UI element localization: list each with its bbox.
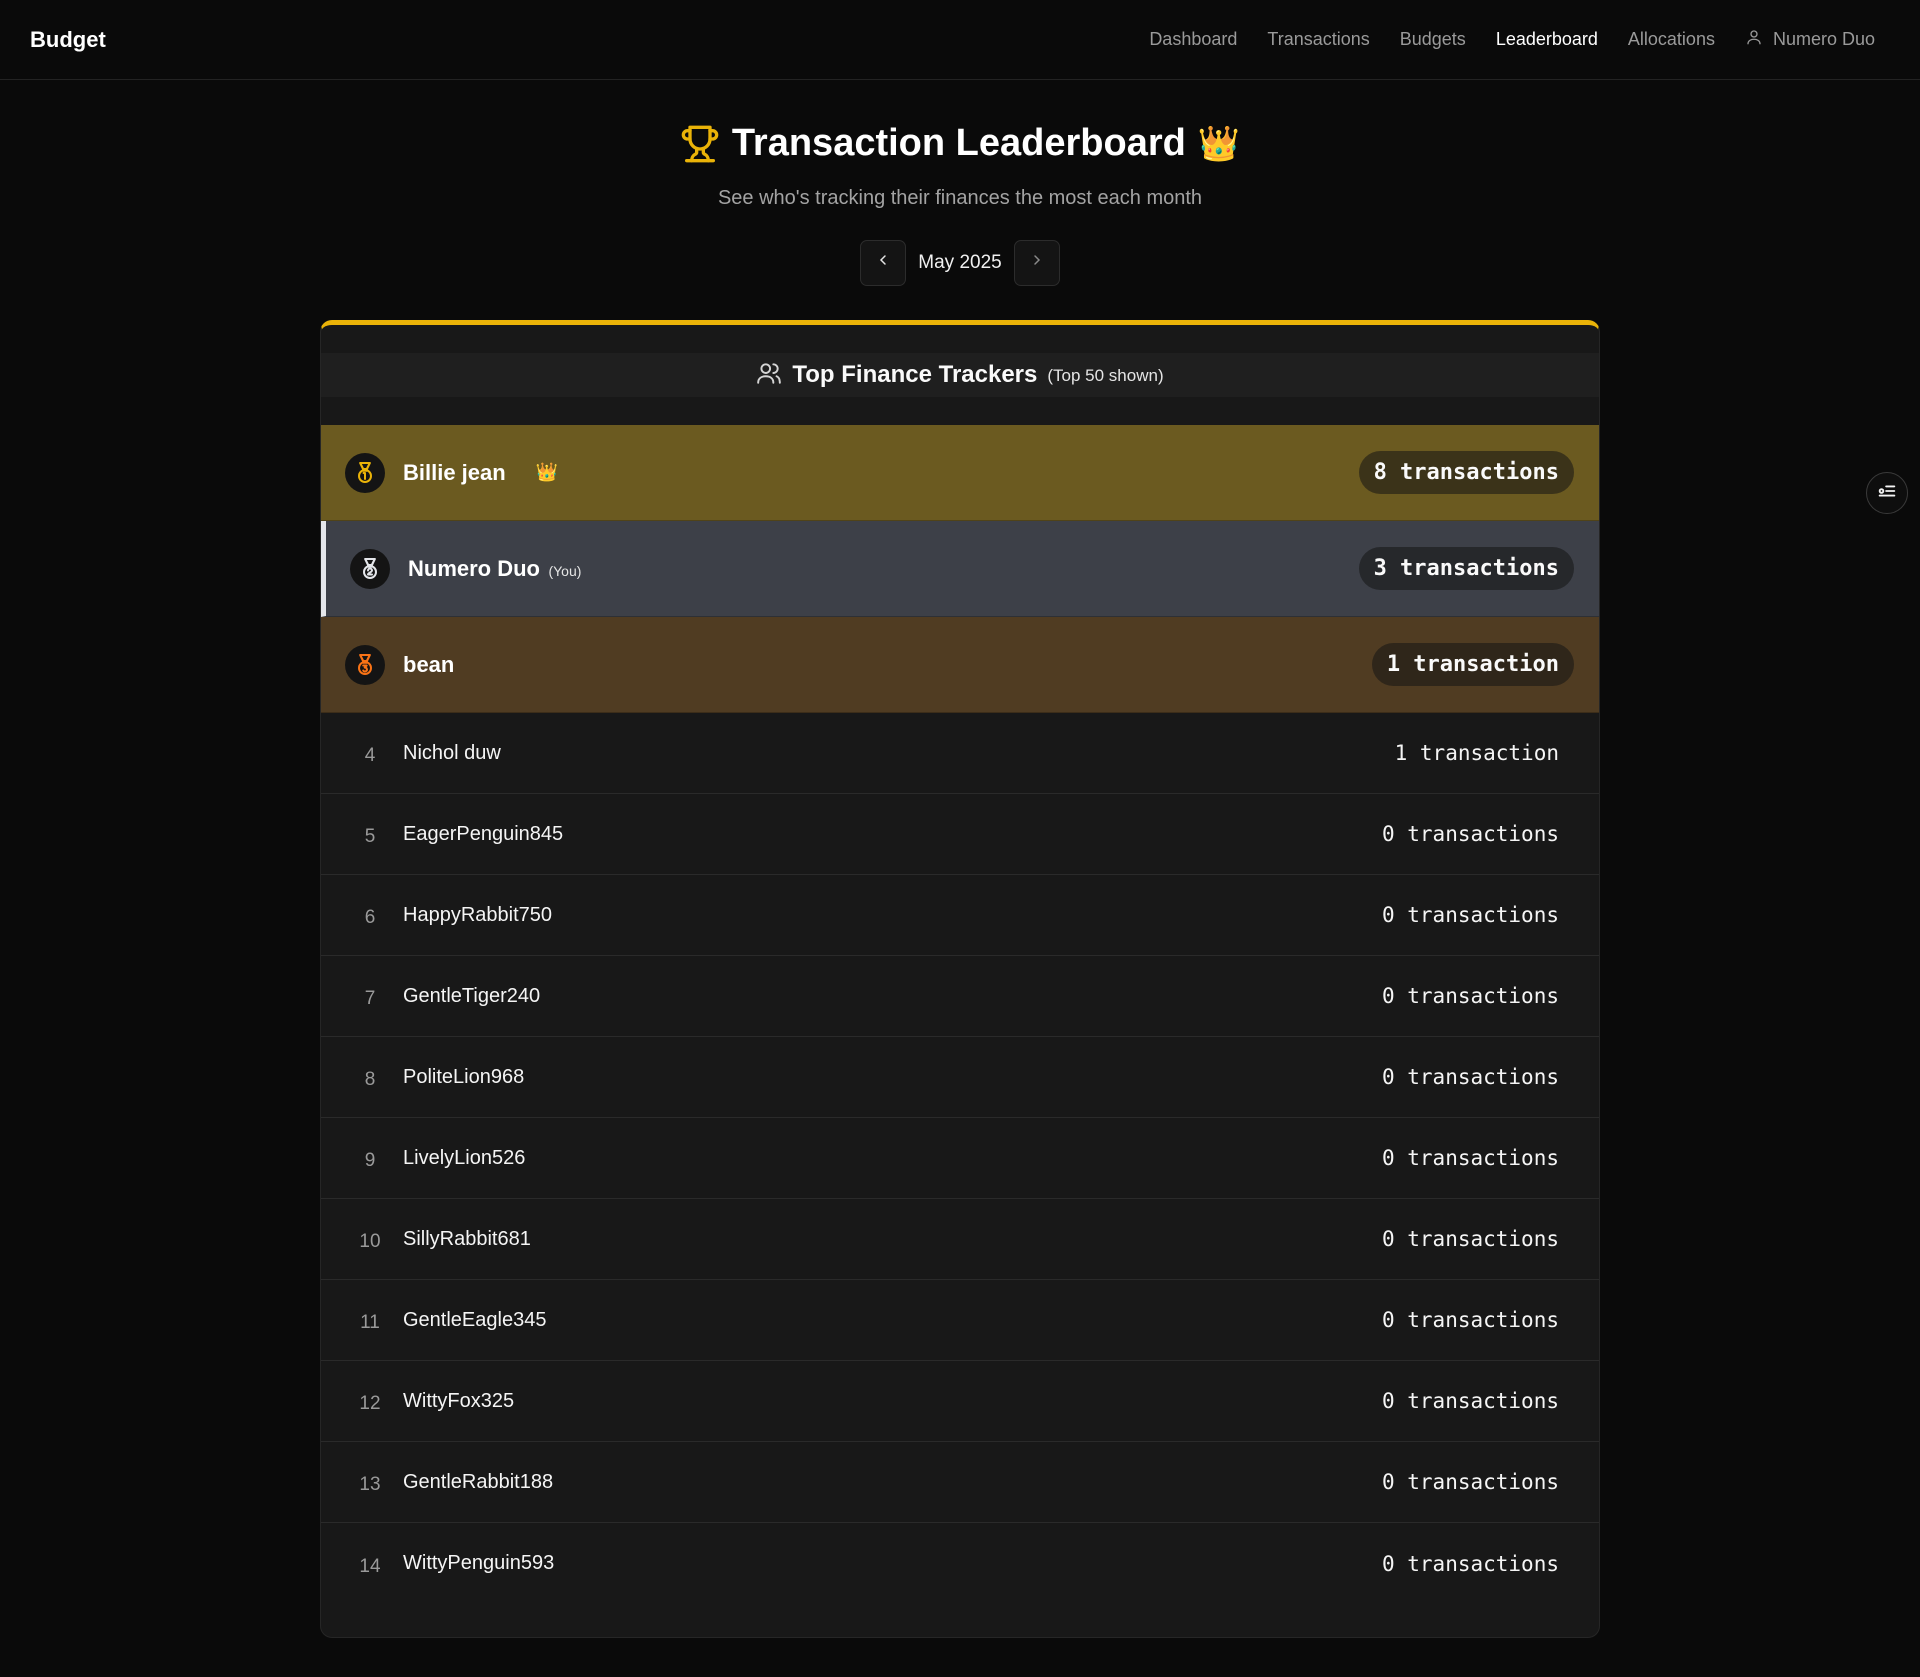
transaction-count: 0 transactions — [1381, 1308, 1559, 1332]
card-header: Top Finance Trackers (Top 50 shown) — [321, 353, 1599, 397]
gold-medal-icon — [345, 452, 385, 493]
transaction-count: 0 transactions — [1381, 903, 1559, 927]
silver-medal-icon — [350, 548, 390, 589]
user-icon — [1745, 28, 1763, 51]
brand-logo[interactable]: Budget — [30, 27, 106, 53]
rank-number: 12 — [359, 1393, 381, 1414]
user-name: Nichol duw — [403, 741, 501, 764]
rank-number: 13 — [359, 1474, 381, 1495]
transaction-count: 0 transactions — [1381, 1065, 1559, 1089]
transaction-count: 0 transactions — [1381, 1470, 1559, 1494]
user-name: GentleEagle345 — [403, 1308, 547, 1331]
rank-number: 6 — [364, 907, 376, 928]
user-name: bean — [403, 651, 455, 677]
crown-icon: 👑 — [1197, 124, 1241, 163]
leader-name: Billie jean — [403, 459, 506, 485]
table-row: 4 Nichol duw 1 transaction — [321, 713, 1599, 794]
current-month: May 2025 — [918, 251, 1002, 273]
page-title: Transaction Leaderboard — [731, 122, 1186, 164]
crown-icon: 👑 — [535, 462, 559, 482]
bronze-medal-icon — [345, 644, 385, 685]
nav-budgets[interactable]: Budgets — [1400, 29, 1466, 50]
user-name: EagerPenguin845 — [403, 822, 564, 845]
user-name: PoliteLion968 — [403, 1065, 525, 1088]
current-user-name: Numero Duo — [408, 555, 540, 581]
transaction-count-badge: 8 transactions — [1358, 451, 1574, 494]
user-name: GentleRabbit188 — [403, 1470, 554, 1493]
table-row: 10 SillyRabbit681 0 transactions — [321, 1199, 1599, 1280]
leaderboard-row-rank-3: bean 1 transaction — [321, 617, 1599, 713]
user-name: HappyRabbit750 — [403, 903, 552, 926]
rank-number: 4 — [364, 745, 376, 766]
table-row: 13 GentleRabbit188 0 transactions — [321, 1442, 1599, 1523]
leaderboard-row-rank-2: Numero Duo (You) 3 transactions — [321, 521, 1599, 617]
rank-number: 10 — [359, 1231, 381, 1252]
transaction-count-badge: 1 transaction — [1371, 643, 1574, 686]
user-menu[interactable]: Numero Duo — [1745, 28, 1875, 51]
users-icon — [756, 360, 782, 391]
transaction-count: 1 transaction — [1394, 741, 1559, 765]
rank-number: 14 — [359, 1555, 381, 1577]
rank-number: 5 — [364, 826, 376, 847]
nav-dashboard[interactable]: Dashboard — [1149, 29, 1237, 50]
card-note: (Top 50 shown) — [1047, 366, 1164, 385]
nav-transactions[interactable]: Transactions — [1267, 29, 1369, 50]
next-month-button[interactable] — [1013, 239, 1060, 286]
rank-number: 9 — [364, 1150, 376, 1171]
user-name: SillyRabbit681 — [403, 1227, 531, 1250]
transaction-count: 0 transactions — [1381, 1551, 1559, 1576]
nav-leaderboard[interactable]: Leaderboard — [1496, 29, 1598, 50]
table-row: 9 LivelyLion526 0 transactions — [321, 1118, 1599, 1199]
top-navbar: Budget Dashboard Transactions Budgets Le… — [0, 0, 1920, 80]
chevron-right-icon — [1029, 252, 1045, 273]
user-name: WittyFox325 — [403, 1389, 515, 1412]
table-row: 12 WittyFox325 0 transactions — [321, 1361, 1599, 1442]
user-name: GentleTiger240 — [403, 984, 541, 1007]
page-subtitle: See who's tracking their finances the mo… — [717, 186, 1203, 209]
you-tag: (You) — [548, 562, 582, 579]
list-filter-icon — [1876, 480, 1898, 507]
month-selector: May 2025 — [860, 239, 1060, 286]
leaderboard-list: Billie jean 👑 8 transactions Numero Duo … — [321, 425, 1599, 1604]
main-nav: Dashboard Transactions Budgets Leaderboa… — [1149, 28, 1875, 51]
floating-menu-button[interactable] — [1866, 472, 1908, 514]
table-row: 14 WittyPenguin593 0 transactions — [321, 1523, 1599, 1604]
transaction-count: 0 transactions — [1381, 984, 1559, 1008]
table-row: 11 GentleEagle345 0 transactions — [321, 1280, 1599, 1361]
table-row: 7 GentleTiger240 0 transactions — [321, 956, 1599, 1037]
user-name: Numero Duo — [1772, 29, 1875, 49]
transaction-count: 0 transactions — [1381, 822, 1559, 846]
prev-month-button[interactable] — [860, 239, 907, 286]
user-name: WittyPenguin593 — [403, 1552, 555, 1574]
table-row: 8 PoliteLion968 0 transactions — [321, 1037, 1599, 1118]
card-title: Top Finance Trackers — [792, 361, 1038, 388]
chevron-left-icon — [875, 252, 891, 273]
transaction-count: 0 transactions — [1381, 1146, 1559, 1170]
transaction-count: 0 transactions — [1381, 1389, 1559, 1413]
leaderboard-row-rank-1: Billie jean 👑 8 transactions — [321, 425, 1599, 521]
transaction-count-badge: 3 transactions — [1358, 547, 1574, 590]
page-header: Transaction Leaderboard 👑 See who's trac… — [0, 122, 1920, 286]
leaderboard-card: Top Finance Trackers (Top 50 shown) Bill… — [320, 320, 1600, 1638]
transaction-count: 0 transactions — [1381, 1227, 1559, 1251]
rank-number: 8 — [364, 1069, 376, 1090]
table-row: 6 HappyRabbit750 0 transactions — [321, 875, 1599, 956]
rank-number: 11 — [360, 1312, 380, 1333]
trophy-icon — [680, 124, 720, 164]
rank-number: 7 — [364, 988, 376, 1009]
user-name: LivelyLion526 — [403, 1146, 526, 1169]
nav-allocations[interactable]: Allocations — [1628, 29, 1715, 50]
table-row: 5 EagerPenguin845 0 transactions — [321, 794, 1599, 875]
page-title-row: Transaction Leaderboard 👑 — [680, 122, 1240, 165]
